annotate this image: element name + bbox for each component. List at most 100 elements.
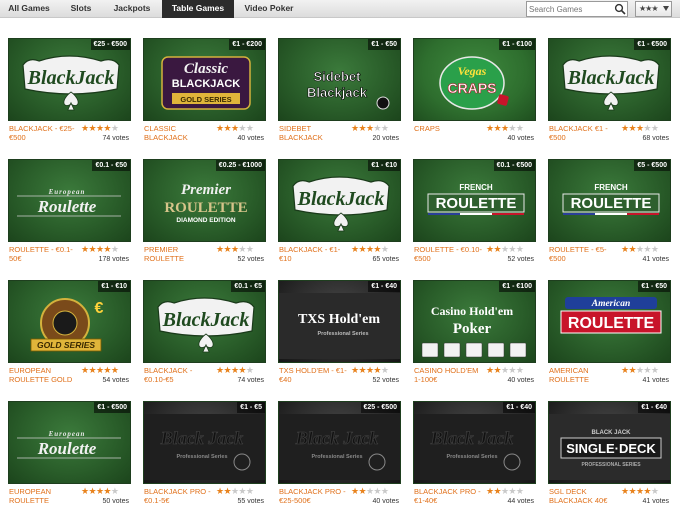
game-thumbnail[interactable]: €1 - €100 Casino Hold'em Poker bbox=[413, 280, 536, 363]
game-thumbnail[interactable]: €1 - €500 BlackJack bbox=[548, 38, 671, 121]
game-thumbnail[interactable]: €1 - €5 Black Jack Professional Series bbox=[143, 401, 266, 484]
star-filled-icon: ★ bbox=[103, 365, 111, 375]
game-tile[interactable]: €0.1 - €50 European Roulette ROULETTE - €0.… bbox=[8, 159, 131, 267]
game-tile[interactable]: €5 - €500 FRENCH ROULETTE ROULETTE - €5-€50… bbox=[548, 159, 671, 267]
game-tile[interactable]: €1 - €10 € GOLD SERIES EUROPEAN ROULETTE GO… bbox=[8, 280, 131, 388]
game-name-link[interactable]: EUROPEAN ROULETTE GOLD bbox=[9, 366, 79, 384]
game-thumbnail[interactable]: €1 - €100 Vegas CRAPS bbox=[413, 38, 536, 121]
game-thumbnail[interactable]: €1 - €500 European Roulette bbox=[8, 401, 131, 484]
game-tile[interactable]: €25 - €500 BlackJack BLACKJACK - €25-€500 ★… bbox=[8, 38, 131, 146]
game-name-link[interactable]: SGL DECK BLACKJACK 40€ bbox=[549, 487, 619, 505]
game-tile[interactable]: €0.1 - €5 BlackJack BLACKJACK - €0.10-€5 ★★… bbox=[143, 280, 266, 388]
game-thumbnail[interactable]: €1 - €50 American ROULETTE bbox=[548, 280, 671, 363]
game-logo: BlackJack bbox=[144, 293, 265, 359]
bet-range-badge: €0.25 - €1000 bbox=[215, 160, 265, 171]
game-name-link[interactable]: PREMIER ROULETTE bbox=[144, 245, 214, 263]
rating-stars[interactable]: ★★★★★ bbox=[216, 365, 266, 375]
game-name-link[interactable]: EUROPEAN ROULETTE bbox=[9, 487, 79, 505]
game-tile[interactable]: €0.1 - €500 FRENCH ROULETTE ROULETTE - €0.1… bbox=[413, 159, 536, 267]
star-filled-icon: ★ bbox=[358, 486, 366, 496]
game-logo-text: Professional Series bbox=[311, 454, 362, 460]
rating-stars[interactable]: ★★★★★ bbox=[351, 365, 401, 375]
game-name-link[interactable]: TXS HOLD'EM - €1-€40 bbox=[279, 366, 349, 384]
rating-stars[interactable]: ★★★★★ bbox=[216, 244, 266, 254]
game-tile[interactable]: €1 - €50 Sidebet Blackjack SIDEBET BLACKJAC… bbox=[278, 38, 401, 146]
game-name-link[interactable]: AMERICAN ROULETTE bbox=[549, 366, 619, 384]
game-thumbnail[interactable]: €1 - €10 BlackJack bbox=[278, 159, 401, 242]
vote-count: 41 votes bbox=[642, 377, 669, 384]
rating-stars[interactable]: ★★★★★ bbox=[81, 365, 131, 375]
game-tile[interactable]: €1 - €500 European Roulette EUROPEAN ROULET… bbox=[8, 401, 131, 509]
game-tile[interactable]: €1 - €50 American ROULETTE AMERICAN ROULETT… bbox=[548, 280, 671, 388]
game-name-link[interactable]: BLACKJACK PRO - €0.1-5€ bbox=[144, 487, 214, 505]
game-thumbnail[interactable]: €0.1 - €50 European Roulette bbox=[8, 159, 131, 242]
game-tile[interactable]: €1 - €500 BlackJack BLACKJACK €1 - €500 ★★★… bbox=[548, 38, 671, 146]
rating-stars[interactable]: ★★★★★ bbox=[621, 123, 671, 133]
tab-video-poker[interactable]: Video Poker bbox=[236, 0, 302, 18]
rating-stars[interactable]: ★★★★★ bbox=[486, 365, 536, 375]
game-thumbnail[interactable]: €0.1 - €500 FRENCH ROULETTE bbox=[413, 159, 536, 242]
game-tile[interactable]: €1 - €10 BlackJack BLACKJACK - €1-€10 ★★★★★… bbox=[278, 159, 401, 267]
game-thumbnail[interactable]: €25 - €500 Black Jack Professional Series bbox=[278, 401, 401, 484]
game-name-link[interactable]: BLACKJACK PRO - €1-40€ bbox=[414, 487, 484, 505]
bet-range-badge: €5 - €500 bbox=[634, 160, 670, 171]
rating-stars[interactable]: ★★★★★ bbox=[351, 123, 401, 133]
rating-stars[interactable]: ★★★★★ bbox=[486, 244, 536, 254]
tab-table-games[interactable]: Table Games bbox=[162, 0, 234, 18]
spade-emblem-icon bbox=[333, 212, 349, 232]
rating-filter-select[interactable]: ★★★ bbox=[635, 1, 672, 17]
game-tile[interactable]: €1 - €40 Black Jack Professional Series BLA… bbox=[413, 401, 536, 509]
game-tile[interactable]: €0.25 - €1000 Premier ROULETTE DIAMOND EDIT… bbox=[143, 159, 266, 267]
tab-jackpots[interactable]: Jackpots bbox=[104, 0, 160, 18]
game-name-link[interactable]: BLACKJACK - €25-€500 bbox=[9, 124, 79, 142]
game-thumbnail[interactable]: €1 - €40 Black Jack Professional Series bbox=[413, 401, 536, 484]
rating-stars[interactable]: ★★★★★ bbox=[351, 244, 401, 254]
game-name-link[interactable]: ROULETTE - €0.10-€500 bbox=[414, 245, 484, 263]
game-thumbnail[interactable]: €0.25 - €1000 Premier ROULETTE DIAMOND EDIT… bbox=[143, 159, 266, 242]
rating-stars[interactable]: ★★★★★ bbox=[621, 486, 671, 496]
rating-stars[interactable]: ★★★★★ bbox=[216, 486, 266, 496]
game-name-link[interactable]: CLASSIC BLACKJACK bbox=[144, 124, 214, 142]
star-empty-icon: ★ bbox=[643, 365, 651, 375]
game-thumbnail[interactable]: €0.1 - €5 BlackJack bbox=[143, 280, 266, 363]
game-name-link[interactable]: BLACKJACK - €0.10-€5 bbox=[144, 366, 214, 384]
game-tile[interactable]: €1 - €100 Vegas CRAPS CRAPS ★★★★★ 40 votes bbox=[413, 38, 536, 146]
game-logo-text: ROULETTE bbox=[436, 195, 517, 212]
search-input[interactable] bbox=[527, 2, 613, 16]
game-name-link[interactable]: CRAPS bbox=[414, 124, 484, 133]
game-tile[interactable]: €25 - €500 Black Jack Professional Series B… bbox=[278, 401, 401, 509]
game-thumbnail[interactable]: €25 - €500 BlackJack bbox=[8, 38, 131, 121]
tab-all-games[interactable]: All Games bbox=[0, 0, 58, 18]
game-name-link[interactable]: BLACKJACK - €1-€10 bbox=[279, 245, 349, 263]
game-tile[interactable]: €1 - €40 BLACK JACK SINGLE·DECK PROFESSIONA… bbox=[548, 401, 671, 509]
rating-stars[interactable]: ★★★★★ bbox=[351, 486, 401, 496]
game-tile[interactable]: €1 - €200 Classic BLACKJACK GOLD SERIES CLAS… bbox=[143, 38, 266, 146]
game-thumbnail[interactable]: €1 - €200 Classic BLACKJACK GOLD SERIES bbox=[143, 38, 266, 121]
rating-stars[interactable]: ★★★★★ bbox=[81, 486, 131, 496]
game-tile[interactable]: €1 - €100 Casino Hold'em Poker CASINO HOLD'… bbox=[413, 280, 536, 388]
rating-stars[interactable]: ★★★★★ bbox=[216, 123, 266, 133]
star-empty-icon: ★ bbox=[373, 123, 381, 133]
game-caption: ROULETTE - €5-€500 ★★★★★ 41 votes bbox=[548, 244, 671, 266]
rating-stars[interactable]: ★★★★★ bbox=[486, 123, 536, 133]
game-name-link[interactable]: CASINO HOLD'EM 1-100€ bbox=[414, 366, 484, 384]
game-thumbnail[interactable]: €1 - €40 TXS Hold'em Professional Series bbox=[278, 280, 401, 363]
game-name-link[interactable]: SIDEBET BLACKJACK bbox=[279, 124, 349, 142]
game-name-link[interactable]: ROULETTE - €0.1-50€ bbox=[9, 245, 79, 263]
rating-stars[interactable]: ★★★★★ bbox=[81, 123, 131, 133]
game-tile[interactable]: €1 - €5 Black Jack Professional Series BLAC… bbox=[143, 401, 266, 509]
rating-stars[interactable]: ★★★★★ bbox=[621, 365, 671, 375]
game-name-link[interactable]: BLACKJACK PRO - €25-500€ bbox=[279, 487, 349, 505]
magnifier-icon[interactable] bbox=[614, 3, 626, 15]
tab-slots[interactable]: Slots bbox=[60, 0, 102, 18]
game-name-link[interactable]: ROULETTE - €5-€500 bbox=[549, 245, 619, 263]
game-name-link[interactable]: BLACKJACK €1 - €500 bbox=[549, 124, 619, 142]
game-thumbnail[interactable]: €5 - €500 FRENCH ROULETTE bbox=[548, 159, 671, 242]
rating-stars[interactable]: ★★★★★ bbox=[81, 244, 131, 254]
game-thumbnail[interactable]: €1 - €40 BLACK JACK SINGLE·DECK PROFESSIONA… bbox=[548, 401, 671, 484]
game-tile[interactable]: €1 - €40 TXS Hold'em Professional Series TX… bbox=[278, 280, 401, 388]
rating-stars[interactable]: ★★★★★ bbox=[621, 244, 671, 254]
game-thumbnail[interactable]: €1 - €10 € GOLD SERIES bbox=[8, 280, 131, 363]
game-thumbnail[interactable]: €1 - €50 Sidebet Blackjack bbox=[278, 38, 401, 121]
rating-stars[interactable]: ★★★★★ bbox=[486, 486, 536, 496]
